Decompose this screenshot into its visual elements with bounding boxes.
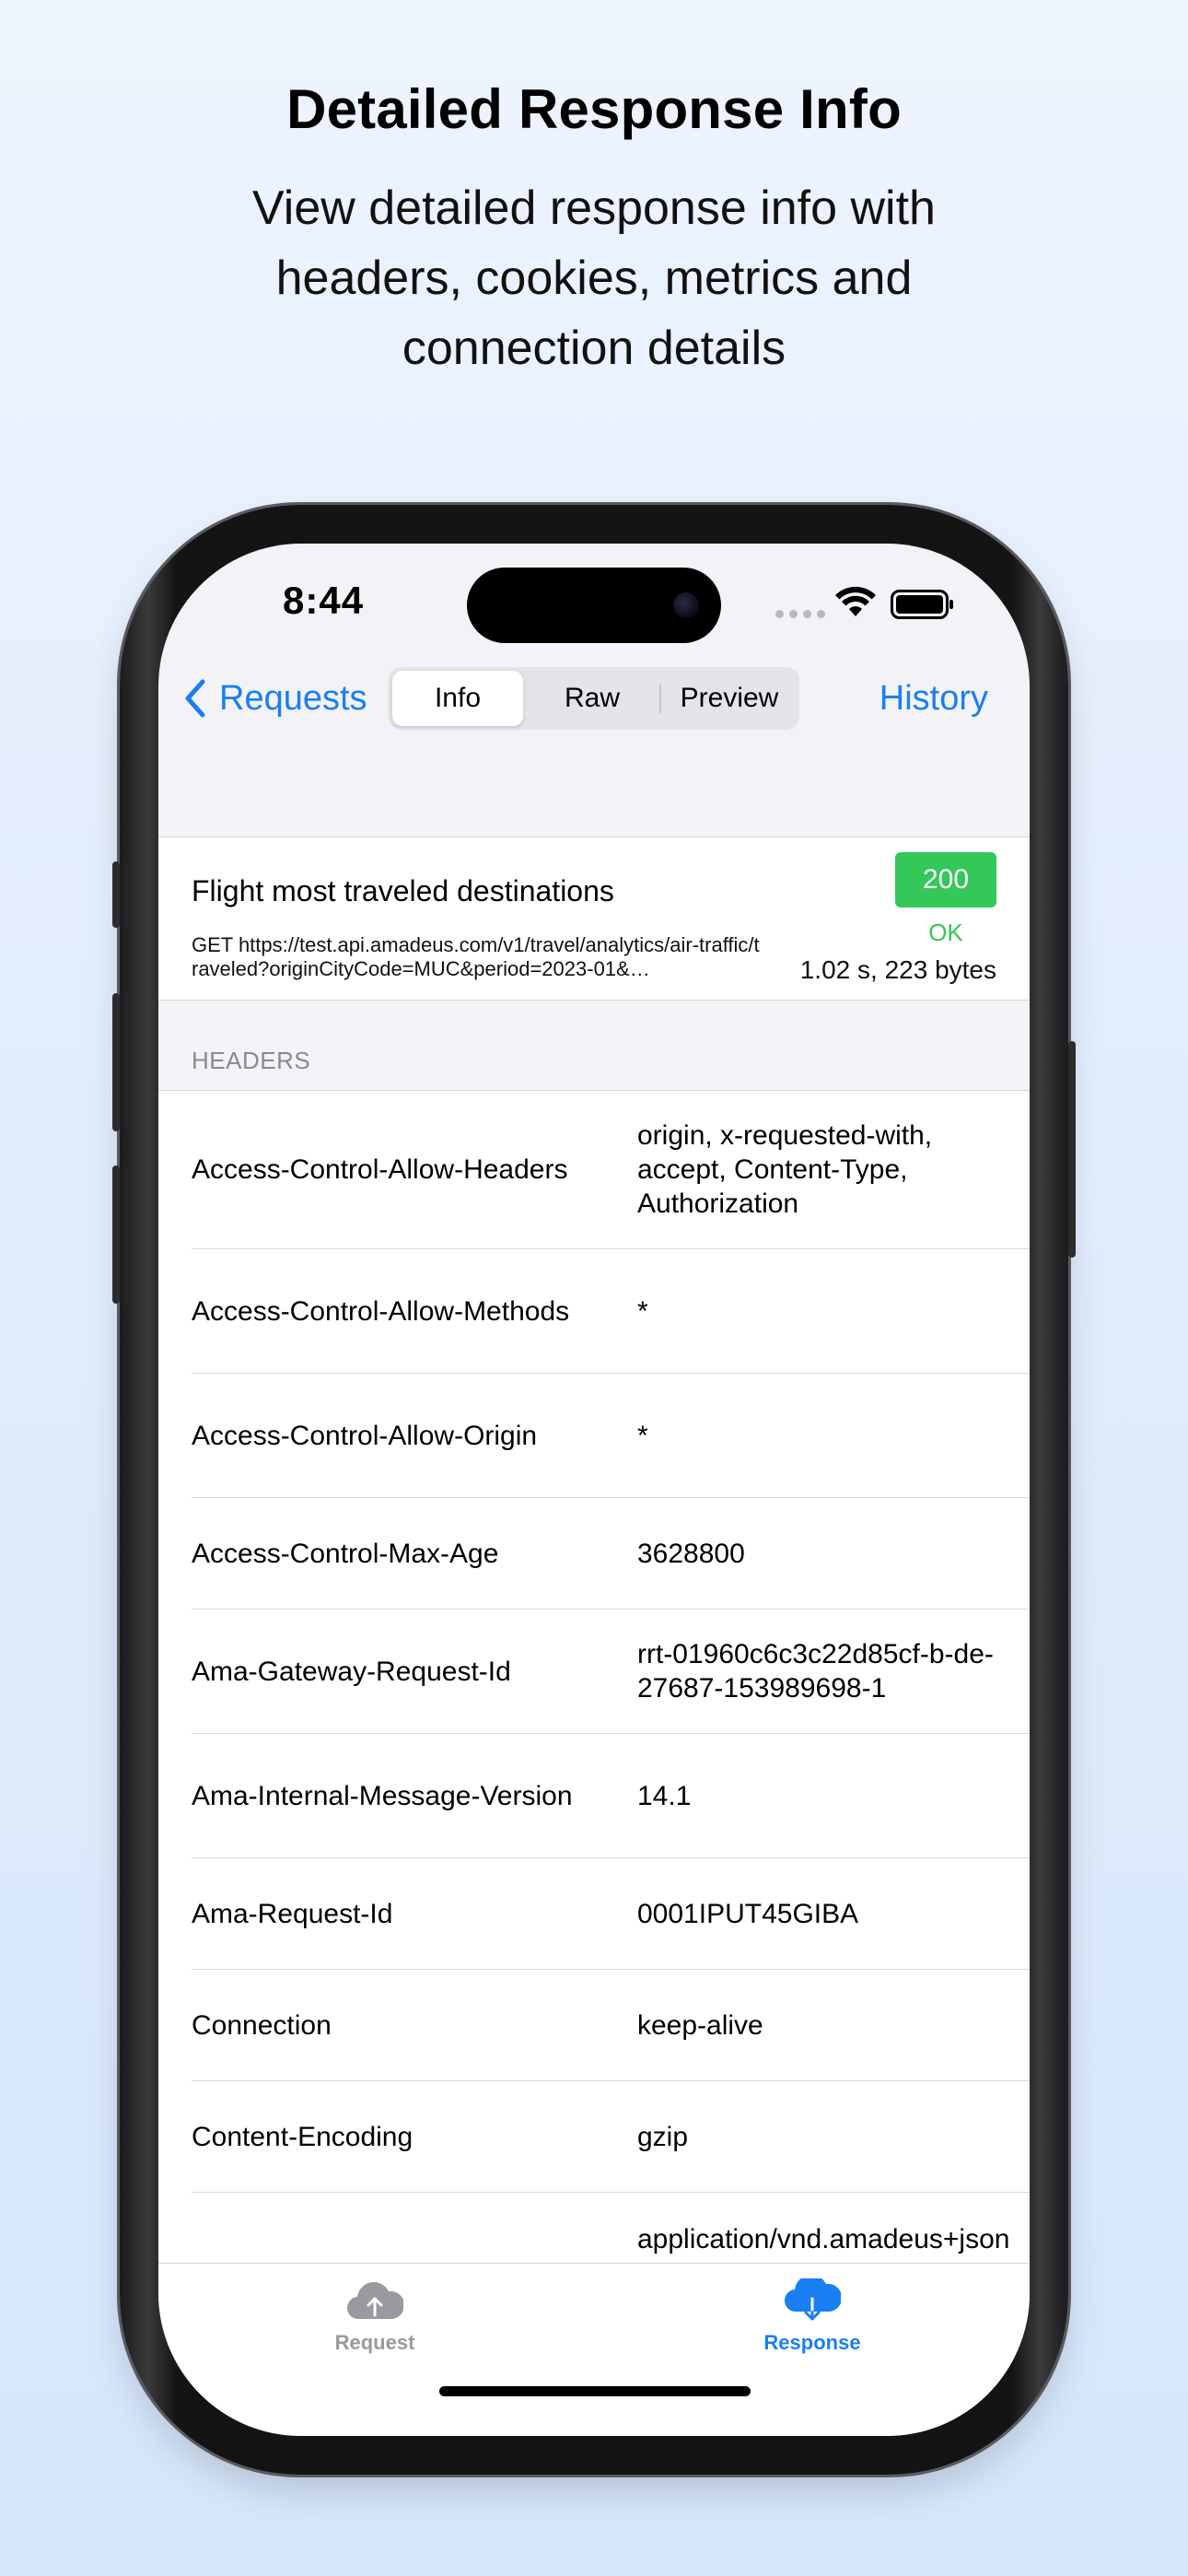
segment-info[interactable]: Info	[392, 671, 523, 726]
status-code-badge: 200	[895, 852, 996, 907]
marketing-subtitle: View detailed response info with headers…	[252, 181, 936, 375]
battery-icon	[891, 590, 953, 619]
headers-list[interactable]: Access-Control-Allow-Headers origin, x-r…	[158, 1090, 1030, 2264]
wifi-icon	[835, 586, 876, 616]
header-value: rrt-01960c6c3c22d85cf-b-de-27687-1539896…	[637, 1639, 994, 1704]
cloud-download-icon	[784, 2275, 843, 2321]
tab-response[interactable]: Response	[720, 2275, 904, 2355]
header-value: 0001IPUT45GIBA	[637, 1898, 859, 1929]
header-row[interactable]: Access-Control-Max-Age 3628800	[192, 1498, 1030, 1610]
header-value: gzip	[637, 2121, 689, 2152]
segment-divider	[659, 684, 661, 713]
segment-preview[interactable]: Preview	[663, 671, 796, 726]
power-button	[1068, 1041, 1076, 1258]
header-key: Access-Control-Allow-Origin	[192, 1420, 538, 1451]
request-url: GET https://test.api.amadeus.com/v1/trav…	[192, 933, 760, 980]
header-row[interactable]: Ama-Gateway-Request-Id rrt-01960c6c3c22d…	[192, 1610, 1030, 1734]
volume-up-button	[112, 993, 120, 1131]
camera-icon	[673, 592, 699, 618]
request-name: Flight most traveled destinations	[192, 874, 614, 907]
status-bar: 8:44	[158, 544, 1030, 645]
status-text: OK	[928, 919, 963, 946]
tab-bar: Request Response	[158, 2263, 1030, 2436]
back-button-label: Requests	[219, 678, 367, 718]
header-value: origin, x-requested-with, accept, Conten…	[637, 1120, 933, 1219]
phone-screen: 8:44 Requests Info Raw Preview History F…	[158, 544, 1030, 2436]
response-timing-size: 1.02 s, 223 bytes	[799, 955, 996, 984]
header-key: Ama-Gateway-Request-Id	[192, 1656, 511, 1687]
volume-down-button	[112, 1165, 120, 1304]
history-button[interactable]: History	[879, 665, 988, 732]
navigation-bar: Requests Info Raw Preview History	[158, 665, 1030, 732]
dynamic-island	[467, 568, 721, 643]
back-button[interactable]: Requests	[184, 665, 367, 732]
header-row[interactable]: Content-Type application/vnd.amadeus+jso…	[192, 2193, 1030, 2264]
header-key: Ama-Request-Id	[192, 1898, 393, 1929]
header-value: 14.1	[637, 1780, 692, 1811]
header-row[interactable]: Access-Control-Allow-Origin *	[192, 1374, 1030, 1498]
header-key: Access-Control-Allow-Methods	[192, 1295, 570, 1327]
cellular-signal-icon	[775, 610, 825, 618]
tab-response-label: Response	[763, 2331, 861, 2354]
header-row[interactable]: Content-Encoding gzip	[192, 2081, 1030, 2193]
request-summary[interactable]: Flight most traveled destinations GET ht…	[158, 837, 1030, 1001]
tab-request[interactable]: Request	[283, 2278, 467, 2355]
header-key: Ama-Internal-Message-Version	[192, 1780, 573, 1811]
header-key: Content-Encoding	[192, 2121, 413, 2152]
header-key: Content-Type	[192, 2222, 637, 2264]
action-button	[112, 861, 120, 928]
header-value: 3628800	[637, 1538, 745, 1569]
header-key: Access-Control-Allow-Headers	[192, 1154, 568, 1185]
header-row[interactable]: Access-Control-Allow-Headers origin, x-r…	[192, 1091, 1030, 1249]
cloud-upload-icon	[346, 2282, 405, 2320]
header-value: keep-alive	[637, 2009, 763, 2041]
header-row[interactable]: Access-Control-Allow-Methods *	[192, 1249, 1030, 1374]
status-time: 8:44	[283, 579, 365, 622]
marketing-title: Detailed Response Info	[286, 78, 902, 140]
home-indicator	[439, 2386, 751, 2396]
header-row[interactable]: Ama-Internal-Message-Version 14.1	[192, 1734, 1030, 1858]
header-row[interactable]: Connection keep-alive	[192, 1970, 1030, 2081]
view-mode-segmented-control: Info Raw Preview	[389, 667, 799, 730]
header-value: application/vnd.amadeus+json	[637, 2224, 1010, 2254]
header-value: *	[637, 1420, 648, 1451]
segment-raw[interactable]: Raw	[527, 671, 658, 726]
header-row[interactable]: Ama-Request-Id 0001IPUT45GIBA	[192, 1858, 1030, 1970]
header-key: Access-Control-Max-Age	[192, 1538, 499, 1569]
chevron-left-icon	[185, 679, 205, 718]
header-key: Connection	[192, 2009, 332, 2041]
section-header-headers: HEADERS	[192, 1047, 311, 1074]
header-value: *	[637, 1295, 648, 1327]
tab-request-label: Request	[334, 2331, 415, 2354]
